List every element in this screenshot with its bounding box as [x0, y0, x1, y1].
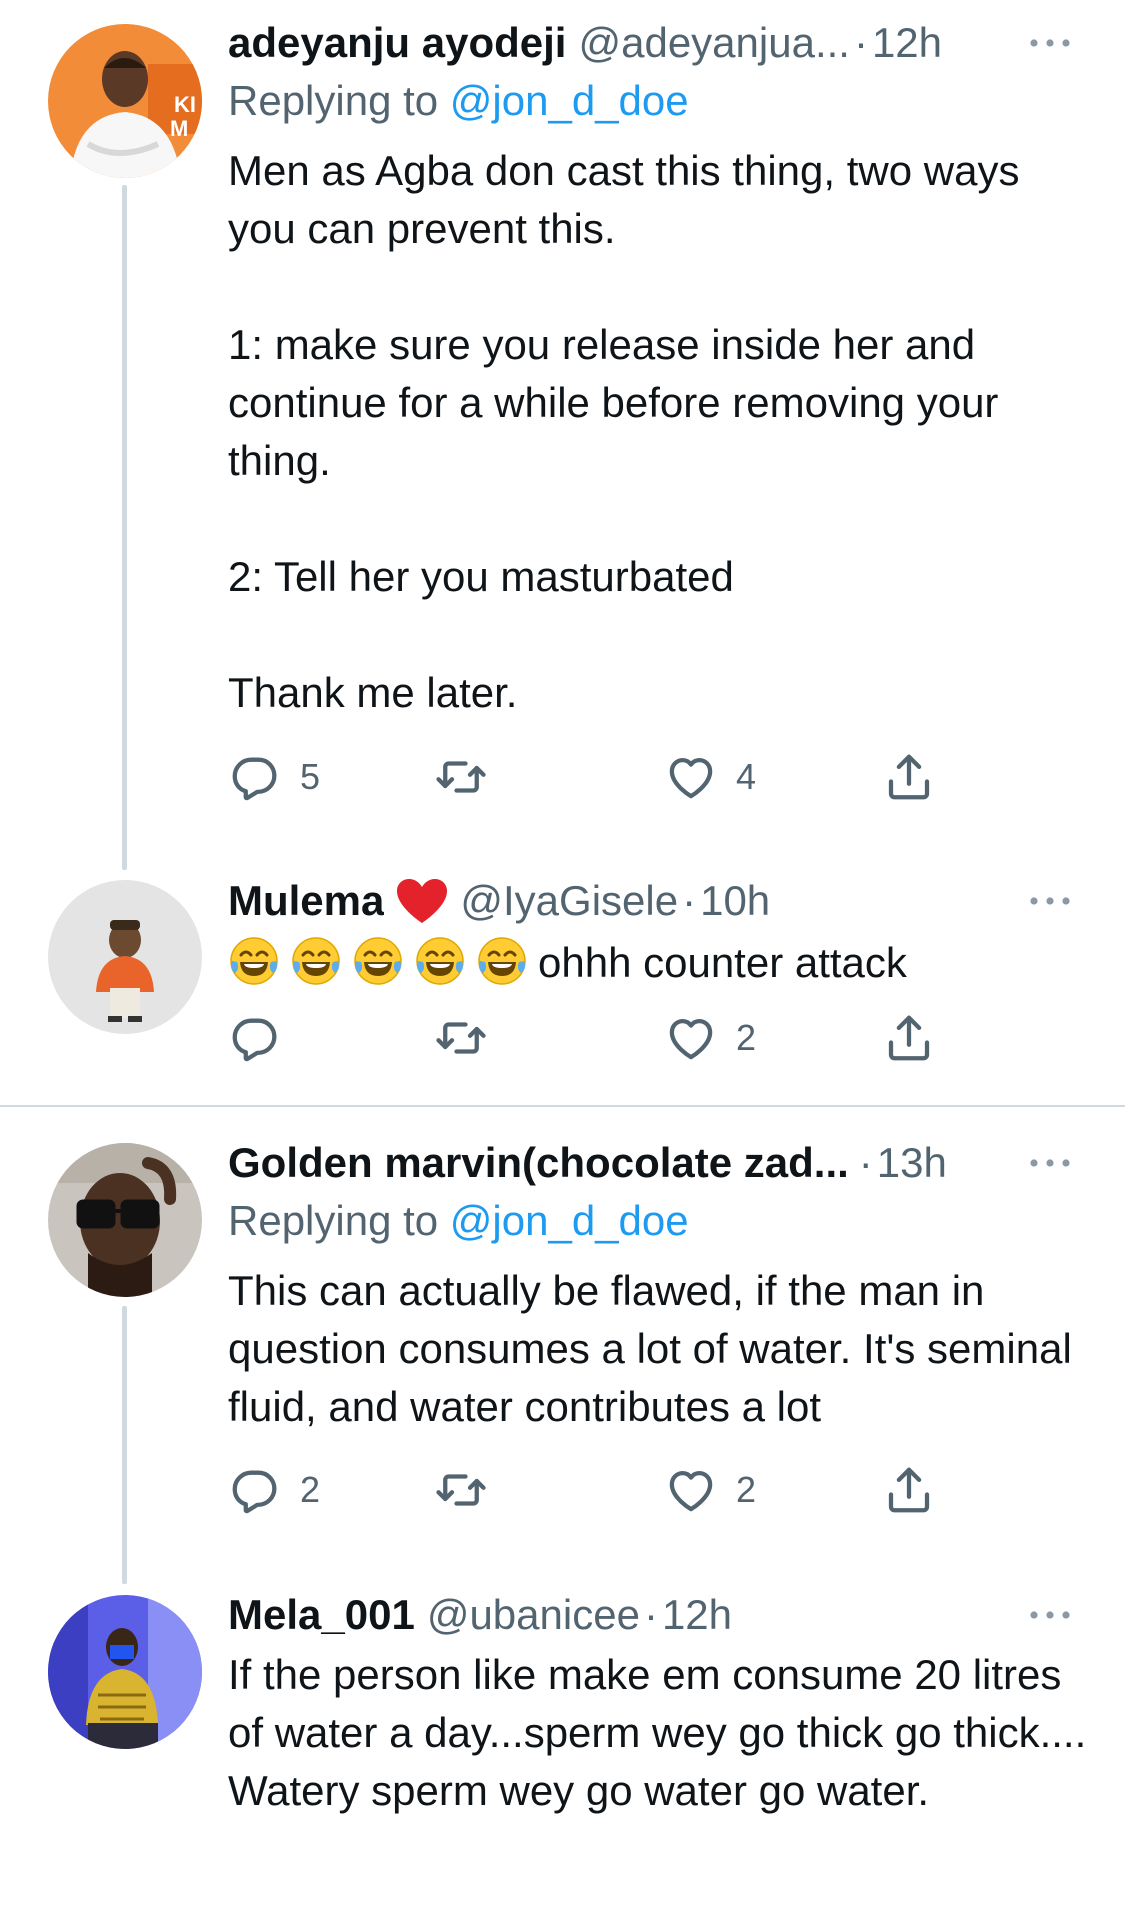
- replying-prefix: Replying to: [228, 1197, 439, 1244]
- reply-count: 2: [300, 1469, 321, 1510]
- reply-count: 5: [300, 756, 321, 797]
- replying-to-mention[interactable]: @jon_d_doe: [450, 77, 689, 124]
- laughing-tears-emoji: [352, 935, 404, 987]
- share-button[interactable]: [882, 1008, 936, 1068]
- display-name[interactable]: Mela_001: [228, 1590, 415, 1640]
- replying-prefix: Replying to: [228, 77, 439, 124]
- like-button[interactable]: 4: [664, 747, 756, 807]
- tweet-text: If the person like make em consume 20 li…: [228, 1651, 1087, 1814]
- laughing-tears-emoji: [476, 935, 528, 987]
- svg-text:M: M: [170, 116, 188, 141]
- laughing-tears-emoji: [414, 935, 466, 987]
- like-count: 2: [736, 1017, 757, 1058]
- like-icon: [664, 1463, 718, 1517]
- replying-to: Replying to @jon_d_doe: [228, 76, 1088, 126]
- timestamp[interactable]: 12h: [872, 18, 942, 68]
- red-heart-emoji: [397, 879, 448, 923]
- tweet-body: ohhh counter attack: [228, 934, 1088, 992]
- user-handle[interactable]: @ubanicee: [427, 1590, 640, 1640]
- retweet-button[interactable]: [434, 747, 506, 807]
- avatar[interactable]: [48, 1143, 202, 1297]
- more-icon[interactable]: [1028, 1590, 1072, 1640]
- tweet-header: adeyanju ayodeji @adeyanjua... · 12h: [228, 18, 1068, 68]
- share-icon: [882, 1011, 936, 1065]
- avatar[interactable]: [48, 1595, 202, 1749]
- tweet-actions: 5 4: [228, 747, 948, 807]
- more-icon[interactable]: [1028, 1138, 1072, 1188]
- tweet-text: This can actually be flawed, if the man …: [228, 1267, 1072, 1430]
- timestamp[interactable]: 13h: [877, 1138, 947, 1188]
- tweet-actions: 2 2: [228, 1460, 948, 1520]
- separator-dot: ·: [853, 19, 868, 66]
- like-icon: [664, 1011, 718, 1065]
- svg-text:KI: KI: [174, 92, 196, 117]
- user-handle[interactable]: @adeyanjua...: [578, 18, 849, 68]
- like-count: 2: [736, 1469, 757, 1510]
- tweet-text: ohhh counter attack: [538, 939, 907, 986]
- like-button[interactable]: 2: [664, 1460, 756, 1520]
- retweet-button[interactable]: [434, 1008, 506, 1068]
- laughing-tears-emoji: [290, 935, 342, 987]
- reply-button[interactable]: [228, 1008, 300, 1068]
- share-icon: [882, 750, 936, 804]
- like-count: 4: [736, 756, 757, 797]
- like-button[interactable]: 2: [664, 1008, 756, 1068]
- avatar[interactable]: KI M: [48, 24, 202, 178]
- display-name[interactable]: Golden marvin(chocolate zad...: [228, 1138, 849, 1188]
- tweet-header: Golden marvin(chocolate zad... · 13h: [228, 1138, 1068, 1188]
- display-name[interactable]: Mulema: [228, 876, 384, 926]
- separator-dot: ·: [858, 1139, 873, 1186]
- thread-line: [122, 1306, 127, 1584]
- reply-button[interactable]: 2: [228, 1460, 320, 1520]
- tweet-actions: 2: [228, 1008, 948, 1068]
- retweet-button[interactable]: [434, 1460, 506, 1520]
- share-icon: [882, 1463, 936, 1517]
- separator-dot: ·: [643, 1591, 658, 1638]
- reply-button[interactable]: 5: [228, 747, 320, 807]
- retweet-icon: [434, 750, 488, 804]
- separator-dot: ·: [682, 877, 697, 924]
- share-button[interactable]: [882, 747, 936, 807]
- laughing-tears-emoji: [228, 935, 280, 987]
- timestamp[interactable]: 10h: [700, 876, 770, 926]
- replying-to-mention[interactable]: @jon_d_doe: [450, 1197, 689, 1244]
- like-icon: [664, 750, 718, 804]
- user-handle[interactable]: @IyaGisele: [460, 876, 678, 926]
- more-icon[interactable]: [1028, 18, 1072, 68]
- reply-icon: [228, 750, 282, 804]
- tweet-header: Mela_001 @ubanicee · 12h: [228, 1590, 1068, 1640]
- tweet-header: Mulema @IyaGisele · 10h: [228, 876, 1068, 926]
- more-icon[interactable]: [1028, 876, 1072, 926]
- tweet-text: Men as Agba don cast this thing, two way…: [228, 147, 1020, 716]
- retweet-icon: [434, 1463, 488, 1517]
- retweet-icon: [434, 1011, 488, 1065]
- avatar[interactable]: [48, 880, 202, 1034]
- conversation-divider: [0, 1105, 1125, 1107]
- timestamp[interactable]: 12h: [662, 1590, 732, 1640]
- thread-line: [122, 185, 127, 870]
- share-button[interactable]: [882, 1460, 936, 1520]
- replying-to: Replying to @jon_d_doe: [228, 1196, 1088, 1246]
- display-name[interactable]: adeyanju ayodeji: [228, 18, 566, 68]
- reply-icon: [228, 1463, 282, 1517]
- reply-icon: [228, 1011, 282, 1065]
